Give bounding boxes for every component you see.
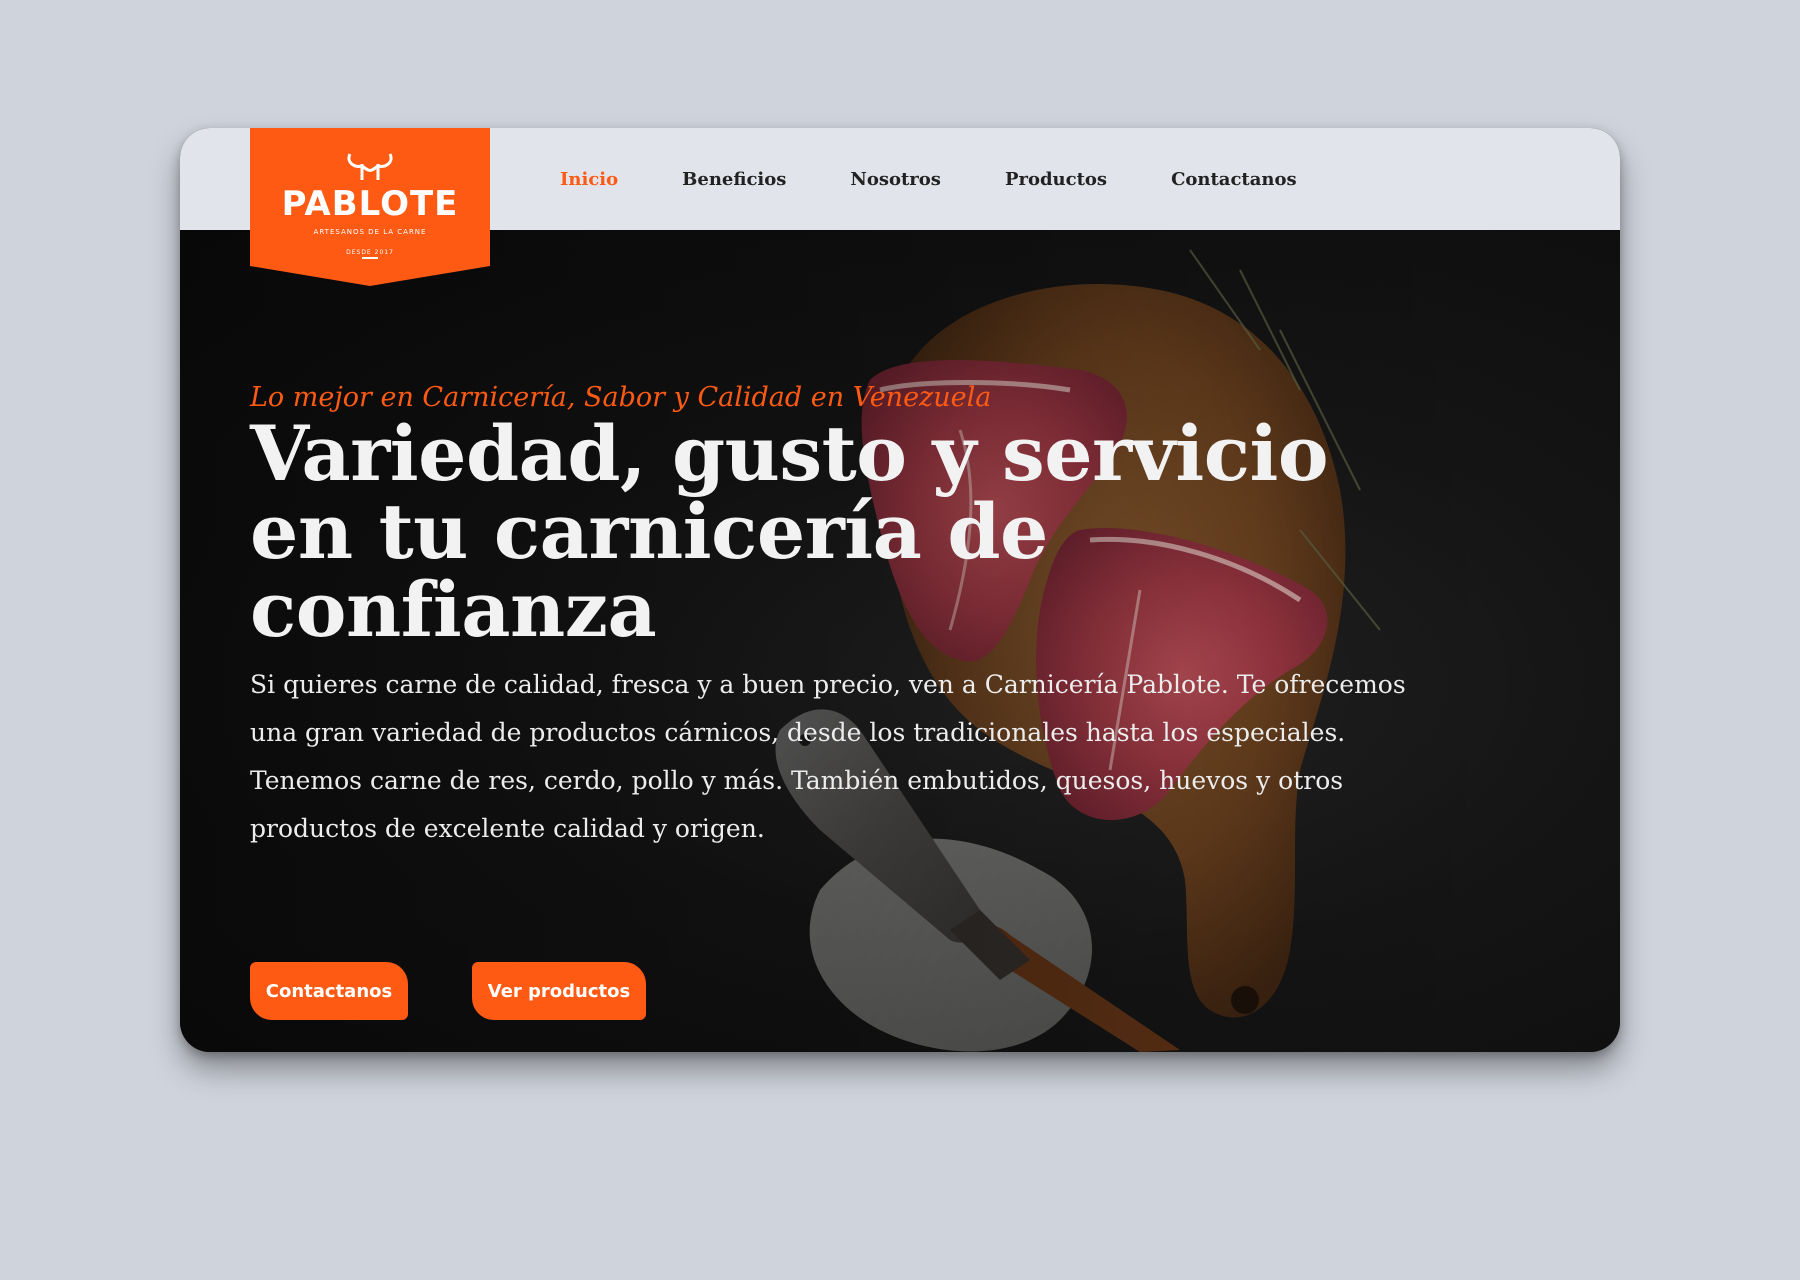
nav-item-productos[interactable]: Productos [1005,169,1107,190]
nav-menu: Inicio Beneficios Nosotros Productos Con… [560,128,1361,230]
hero-headline: Variedad, gusto y servicio en tu carnice… [250,409,1329,654]
logo-slogan: ARTESANOS DE LA CARNE [313,228,427,236]
contact-button[interactable]: Contactanos [250,962,408,1020]
logo-since: DESDE 2017 [346,249,394,256]
nav-item-contactanos[interactable]: Contactanos [1171,169,1297,190]
nav-item-inicio[interactable]: Inicio [560,169,618,190]
browser-window: Inicio Beneficios Nosotros Productos Con… [180,128,1620,1052]
hero-description: Si quieres carne de calidad, fresca y a … [250,670,1406,843]
nav-item-nosotros[interactable]: Nosotros [850,169,941,190]
view-products-button[interactable]: Ver productos [472,962,646,1020]
nav-item-beneficios[interactable]: Beneficios [682,169,786,190]
logo-wordmark: PABLOTE [281,184,459,224]
brand-logo[interactable]: PABLOTE ARTESANOS DE LA CARNE DESDE 2017 [250,128,490,288]
hero-section: Lo mejor en Carnicería, Sabor y Calidad … [180,230,1620,1052]
